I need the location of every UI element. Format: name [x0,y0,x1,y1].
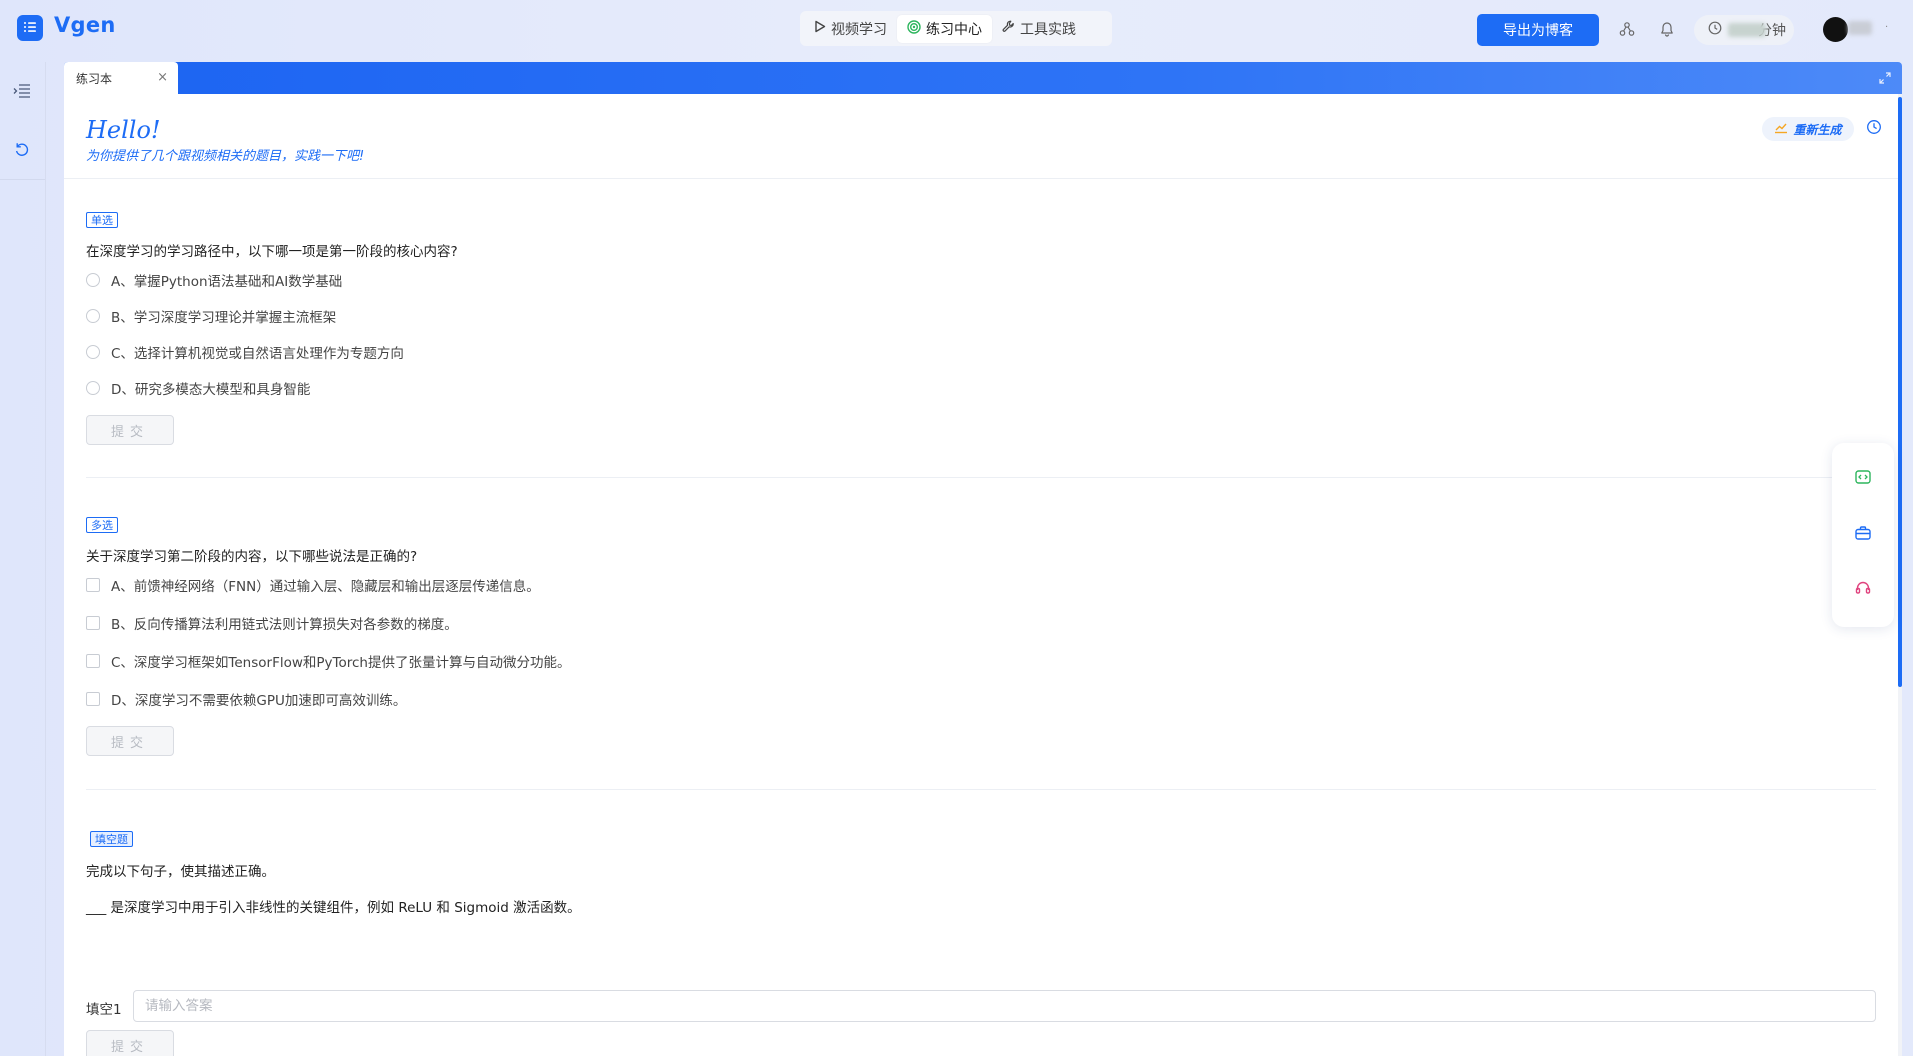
blank-label: 填空1 [86,1002,122,1018]
question-single-choice: 单选 在深度学习的学习路径中，以下哪一项是第一阶段的核心内容? A、掌握Pyth… [86,209,1876,478]
nav-tab-practice-center[interactable]: 练习中心 [897,14,992,43]
code-bot-icon[interactable] [1853,467,1873,487]
option-label: B、学习深度学习理论并掌握主流框架 [111,310,337,326]
checkbox[interactable] [86,654,100,668]
question-type-badge: 填空题 [90,831,133,847]
hello-subtitle: 为你提供了几个跟视频相关的题目，实践一下吧! [86,149,365,164]
list-icon [23,19,37,38]
option-label: C、选择计算机视觉或自然语言处理作为专题方向 [111,346,404,362]
option-label: A、前馈神经网络（FNN）通过输入层、隐藏层和输出层逐层传递信息。 [111,579,540,595]
outline-toggle-icon[interactable] [9,78,35,104]
header-divider [64,178,1902,179]
left-rail [0,62,46,1056]
play-icon [814,20,826,37]
toolbox-icon[interactable] [1853,523,1873,543]
bell-icon[interactable] [1658,20,1676,38]
option-label: A、掌握Python语法基础和AI数学基础 [111,274,343,290]
export-blog-button[interactable]: 导出为博客 [1477,14,1599,46]
tab-label: 练习本 [76,71,113,86]
submit-button[interactable]: 提交 [86,1030,174,1056]
user-name-redacted [1848,21,1872,35]
floating-toolbar [1832,443,1894,627]
target-icon [907,19,921,38]
question-multi-choice: 多选 关于深度学习第二阶段的内容，以下哪些说法是正确的? A、前馈神经网络（FN… [86,514,1876,790]
radio-button[interactable] [86,309,100,323]
menu-logo-button[interactable] [17,15,43,41]
answer-input[interactable] [133,990,1876,1022]
tab-practice-book[interactable]: 练习本 × [64,62,178,94]
question-divider [86,789,1876,790]
regenerate-label: 重新生成 [1793,122,1842,137]
workspace-tab-strip: 练习本 × [64,62,1902,94]
question-text: 在深度学习的学习路径中，以下哪一项是第一阶段的核心内容? [86,244,458,260]
scrollbar-thumb[interactable] [1898,97,1902,687]
question-text: 完成以下句子，使其描述正确。 [86,864,275,880]
checkbox[interactable] [86,692,100,706]
question-divider [86,477,1876,478]
study-timer: 分钟 [1694,15,1794,45]
nav-tab-tool-practice[interactable]: 工具实践 [992,15,1086,43]
option-a[interactable]: A、前馈神经网络（FNN）通过输入层、隐藏层和输出层逐层传递信息。 [86,574,540,596]
option-d[interactable]: D、深度学习不需要依赖GPU加速即可高效训练。 [86,688,406,710]
close-icon[interactable]: × [157,70,168,85]
radio-button[interactable] [86,381,100,395]
option-label: D、深度学习不需要依赖GPU加速即可高效训练。 [111,693,407,709]
option-c[interactable]: C、选择计算机视觉或自然语言处理作为专题方向 [86,341,404,363]
expand-icon[interactable] [1878,70,1892,84]
chevron-down-icon[interactable]: · [1885,22,1888,33]
share-icon[interactable] [1618,20,1636,38]
question-fill-blank: 填空题 完成以下句子，使其描述正确。 ___ 是深度学习中用于引入非线性的关键组… [86,828,1876,1056]
top-bar: Vgen 视频学习 练习中心 工具实践 导出为博客 分钟 · [0,0,1913,58]
nav-tab-label: 工具实践 [1020,21,1076,38]
option-d[interactable]: D、研究多模态大模型和具身智能 [86,377,310,399]
option-c[interactable]: C、深度学习框架如TensorFlow和PyTorch提供了张量计算与自动微分功… [86,650,570,672]
timer-value-redacted [1728,23,1766,37]
question-type-badge: 多选 [86,517,118,533]
checkbox[interactable] [86,578,100,592]
headset-support-icon[interactable] [1853,578,1873,598]
option-b[interactable]: B、反向传播算法利用链式法则计算损失对各参数的梯度。 [86,612,458,634]
undo-history-icon[interactable] [9,136,35,162]
blank-sentence: ___ 是深度学习中用于引入非线性的关键组件，例如 ReLU 和 Sigmoid… [86,900,581,916]
clock-icon [1708,21,1722,39]
checkbox[interactable] [86,616,100,630]
rail-divider [0,179,46,180]
nav-tab-label: 练习中心 [926,21,982,38]
nav-tab-label: 视频学习 [831,21,887,38]
radio-button[interactable] [86,345,100,359]
hello-title: Hello! [86,116,161,144]
option-b[interactable]: B、学习深度学习理论并掌握主流框架 [86,305,336,327]
rail-edge [45,62,46,1056]
practice-panel: Hello! 为你提供了几个跟视频相关的题目，实践一下吧! 重新生成 单选 在深… [64,94,1902,1056]
question-type-badge: 单选 [86,212,118,228]
option-label: C、深度学习框架如TensorFlow和PyTorch提供了张量计算与自动微分功… [111,655,571,671]
chart-pencil-icon [1774,122,1788,137]
main-nav: 视频学习 练习中心 工具实践 [800,11,1112,46]
wrench-icon [1002,20,1015,37]
submit-button[interactable]: 提交 [86,726,174,756]
clock-history-icon[interactable] [1866,119,1884,137]
option-label: D、研究多模态大模型和具身智能 [111,382,311,398]
submit-button[interactable]: 提交 [86,415,174,445]
option-label: B、反向传播算法利用链式法则计算损失对各参数的梯度。 [111,617,458,633]
question-text: 关于深度学习第二阶段的内容，以下哪些说法是正确的? [86,549,418,565]
option-a[interactable]: A、掌握Python语法基础和AI数学基础 [86,269,342,291]
brand-name: Vgen [54,13,116,37]
regenerate-button[interactable]: 重新生成 [1762,117,1854,141]
nav-tab-video-learning[interactable]: 视频学习 [804,15,897,43]
user-avatar[interactable] [1823,17,1848,42]
radio-button[interactable] [86,273,100,287]
